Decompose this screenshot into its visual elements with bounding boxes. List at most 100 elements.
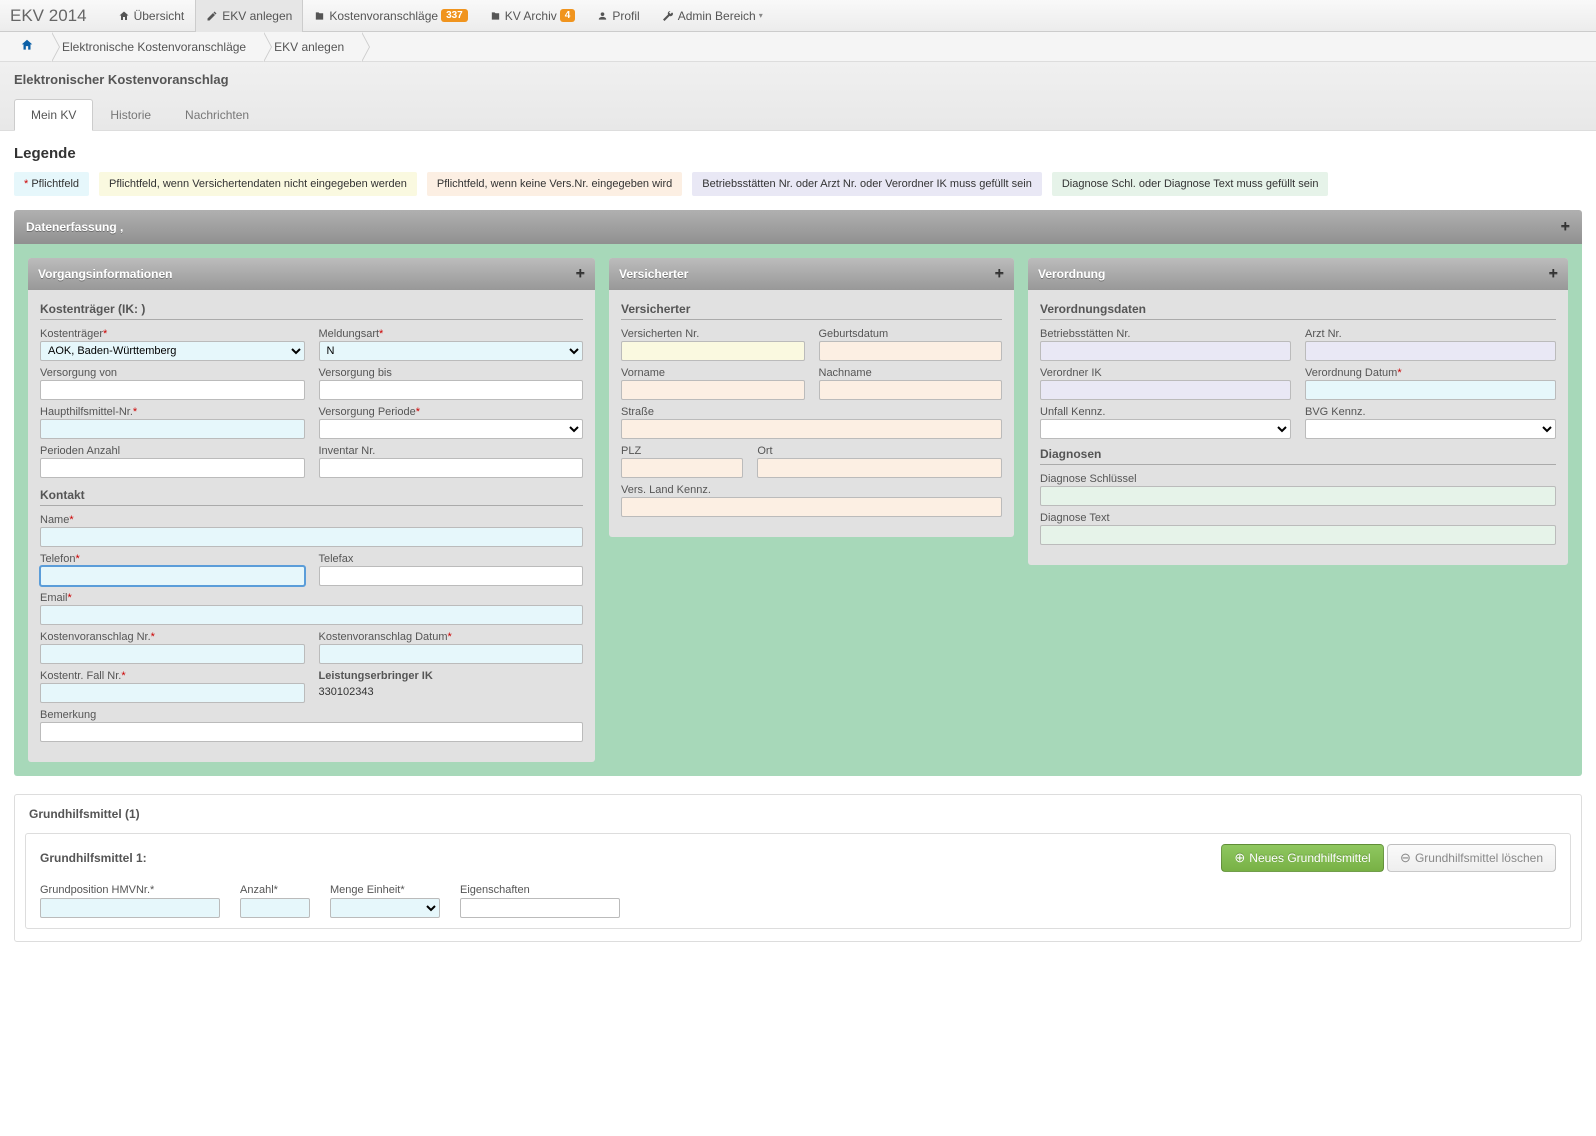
input-versicherten-nr[interactable] — [621, 341, 805, 361]
minus-circle-icon: ⊖ — [1400, 850, 1411, 866]
input-arzt-nr[interactable] — [1305, 341, 1556, 361]
select-bvg[interactable] — [1305, 419, 1556, 439]
label-verordner-ik: Verordner IK — [1040, 367, 1291, 379]
input-telefon[interactable] — [40, 566, 305, 586]
label-verordnung-datum: Verordnung Datum* — [1305, 367, 1556, 379]
btn-new-grundhilfsmittel[interactable]: ⊕ Neues Grundhilfsmittel — [1221, 844, 1383, 872]
label-kostentraeger: Kostenträger* — [40, 328, 305, 340]
panel1-header[interactable]: Vorgangsinformationen + — [28, 258, 595, 290]
input-kv-nr[interactable] — [40, 644, 305, 664]
label-meldungsart: Meldungsart* — [319, 328, 584, 340]
nav-create-ekv[interactable]: EKV anlegen — [195, 0, 303, 32]
input-kv-datum[interactable] — [319, 644, 584, 664]
input-perioden-anzahl[interactable] — [40, 458, 305, 478]
select-kostentraeger[interactable]: AOK, Baden-Württemberg — [40, 341, 305, 361]
label-diag-text: Diagnose Text — [1040, 512, 1556, 524]
label-haupthm: Haupthilfsmittel-Nr.* — [40, 406, 305, 418]
legend-row: * Pflichtfeld Pflichtfeld, wenn Versiche… — [14, 172, 1582, 196]
legend-orange: Pflichtfeld, wenn keine Vers.Nr. eingege… — [427, 172, 682, 196]
home-icon — [20, 38, 34, 55]
select-versorgung-periode[interactable] — [319, 419, 584, 439]
panel-vorgangsinformationen: Vorgangsinformationen + Kostenträger (IK… — [28, 258, 595, 762]
input-land[interactable] — [621, 497, 1002, 517]
input-verordner-ik[interactable] — [1040, 380, 1291, 400]
panel2-header[interactable]: Versicherter + — [609, 258, 1014, 290]
nav-create-label: EKV anlegen — [222, 9, 292, 23]
input-diag-text[interactable] — [1040, 525, 1556, 545]
select-menge-einheit[interactable] — [330, 898, 440, 918]
label-versorgung-von: Versorgung von — [40, 367, 305, 379]
input-inventar-nr[interactable] — [319, 458, 584, 478]
label-vorname: Vorname — [621, 367, 805, 379]
input-vorname[interactable] — [621, 380, 805, 400]
tab-nachrichten[interactable]: Nachrichten — [168, 99, 266, 130]
input-geburtsdatum[interactable] — [819, 341, 1003, 361]
section-datenerfassung-header[interactable]: Datenerfassung , + — [14, 210, 1582, 244]
nav-overview[interactable]: Übersicht — [107, 0, 196, 32]
breadcrumb: Elektronische Kostenvoranschläge EKV anl… — [0, 32, 1596, 62]
archive-icon — [490, 10, 501, 22]
input-email[interactable] — [40, 605, 583, 625]
input-betriebsstaetten[interactable] — [1040, 341, 1291, 361]
input-nachname[interactable] — [819, 380, 1003, 400]
select-unfall[interactable] — [1040, 419, 1291, 439]
label-versicherten-nr: Versicherten Nr. — [621, 328, 805, 340]
tabs: Mein KV Historie Nachrichten — [14, 99, 1582, 130]
nav-kv-archiv[interactable]: KV Archiv 4 — [479, 0, 587, 32]
label-versorgung-periode: Versorgung Periode* — [319, 406, 584, 418]
label-grundposition: Grundposition HMVNr.* — [40, 884, 220, 896]
nav-profile-label: Profil — [612, 9, 639, 23]
input-telefax[interactable] — [319, 566, 584, 586]
breadcrumb-level2[interactable]: EKV anlegen — [264, 32, 362, 62]
input-grundposition[interactable] — [40, 898, 220, 918]
legend-required: * Pflichtfeld — [14, 172, 89, 196]
group-verordnungsdaten: Verordnungsdaten — [1040, 302, 1556, 320]
panel3-header[interactable]: Verordnung + — [1028, 258, 1568, 290]
label-telefon: Telefon* — [40, 553, 305, 565]
input-versorgung-bis[interactable] — [319, 380, 584, 400]
kv-count-badge: 337 — [441, 9, 468, 22]
nav-profil[interactable]: Profil — [586, 0, 650, 32]
breadcrumb-home[interactable] — [10, 32, 52, 62]
ghm-inner-title: Grundhilfsmittel 1: — [40, 851, 147, 865]
btn-delete-grundhilfsmittel[interactable]: ⊖ Grundhilfsmittel löschen — [1387, 844, 1556, 872]
input-bemerkung[interactable] — [40, 722, 583, 742]
input-ort[interactable] — [757, 458, 1002, 478]
group-diagnosen: Diagnosen — [1040, 447, 1556, 465]
panel-verordnung: Verordnung + Verordnungsdaten Betriebsst… — [1028, 258, 1568, 565]
input-name[interactable] — [40, 527, 583, 547]
select-meldungsart[interactable]: N — [319, 341, 584, 361]
label-ort: Ort — [757, 445, 1002, 457]
plus-icon[interactable]: + — [1561, 218, 1570, 236]
input-strasse[interactable] — [621, 419, 1002, 439]
label-perioden-anzahl: Perioden Anzahl — [40, 445, 305, 457]
input-fall-nr[interactable] — [40, 683, 305, 703]
archive-count-badge: 4 — [560, 9, 576, 22]
input-haupthm[interactable] — [40, 419, 305, 439]
input-versorgung-von[interactable] — [40, 380, 305, 400]
input-diag-schl[interactable] — [1040, 486, 1556, 506]
label-kv-datum: Kostenvoranschlag Datum* — [319, 631, 584, 643]
plus-icon[interactable]: + — [1549, 265, 1558, 283]
legend-title: Legende — [14, 145, 1582, 162]
wrench-icon — [662, 10, 674, 22]
input-anzahl[interactable] — [240, 898, 310, 918]
plus-icon[interactable]: + — [576, 265, 585, 283]
label-inventar-nr: Inventar Nr. — [319, 445, 584, 457]
nav-kv-label: Kostenvoranschläge — [329, 9, 438, 23]
input-plz[interactable] — [621, 458, 743, 478]
nav-admin[interactable]: Admin Bereich ▾ — [651, 0, 774, 32]
nav-kostenvoranschlaege[interactable]: Kostenvoranschläge 337 — [303, 0, 478, 32]
tab-historie[interactable]: Historie — [93, 99, 168, 130]
input-eigenschaften[interactable] — [460, 898, 620, 918]
page-title: Elektronischer Kostenvoranschlag — [14, 72, 1582, 87]
plus-icon[interactable]: + — [995, 265, 1004, 283]
breadcrumb-level1[interactable]: Elektronische Kostenvoranschläge — [52, 32, 264, 62]
nav-overview-label: Übersicht — [134, 9, 185, 23]
tab-mein-kv[interactable]: Mein KV — [14, 99, 93, 131]
plus-circle-icon: ⊕ — [1234, 850, 1245, 866]
page-header: Elektronischer Kostenvoranschlag Mein KV… — [0, 62, 1596, 131]
label-fall-nr: Kostentr. Fall Nr.* — [40, 670, 305, 682]
input-verordnung-datum[interactable] — [1305, 380, 1556, 400]
edit-icon — [206, 10, 218, 22]
